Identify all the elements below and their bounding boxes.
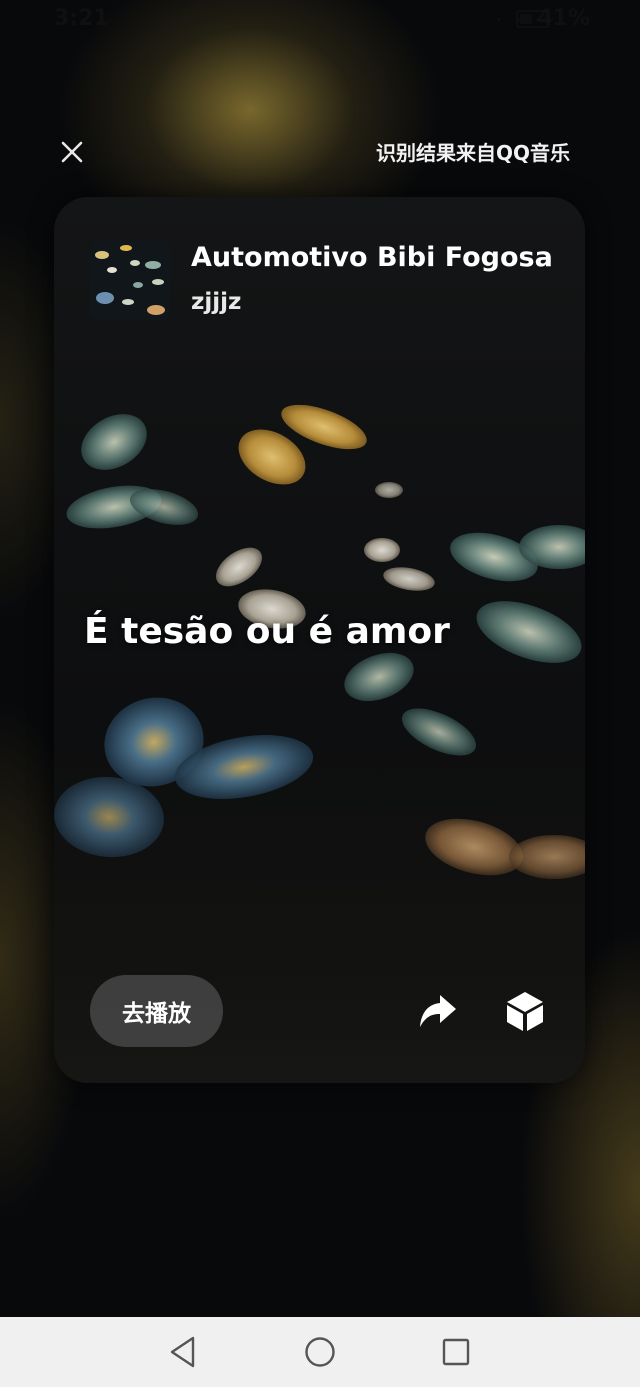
back-icon[interactable] bbox=[168, 1335, 198, 1369]
status-time: 3:21 bbox=[54, 6, 109, 31]
battery-percent: 41% bbox=[537, 6, 590, 31]
play-button[interactable]: 去播放 bbox=[90, 975, 223, 1047]
song-artist: zjjjz bbox=[191, 289, 242, 315]
share-icon[interactable] bbox=[416, 989, 460, 1033]
cube-icon[interactable] bbox=[503, 989, 547, 1033]
status-bar: 3:21 · · · 41% bbox=[0, 0, 640, 40]
screen: 3:21 · · · 41% 识别结果来自QQ音乐 Automotivo Bib… bbox=[0, 0, 640, 1317]
close-icon[interactable] bbox=[58, 138, 86, 166]
navigation-bar bbox=[0, 1317, 640, 1387]
source-label[interactable]: 识别结果来自QQ音乐 bbox=[376, 137, 570, 166]
card-fade bbox=[54, 857, 585, 1083]
recent-apps-icon[interactable] bbox=[442, 1337, 470, 1367]
song-card: Automotivo Bibi Fogosa zjjjz É tesão ou … bbox=[54, 197, 585, 1083]
song-title: Automotivo Bibi Fogosa bbox=[191, 242, 553, 273]
lyric-line: É tesão ou é amor bbox=[84, 611, 450, 652]
home-icon[interactable] bbox=[304, 1336, 336, 1368]
album-cover bbox=[90, 240, 170, 320]
